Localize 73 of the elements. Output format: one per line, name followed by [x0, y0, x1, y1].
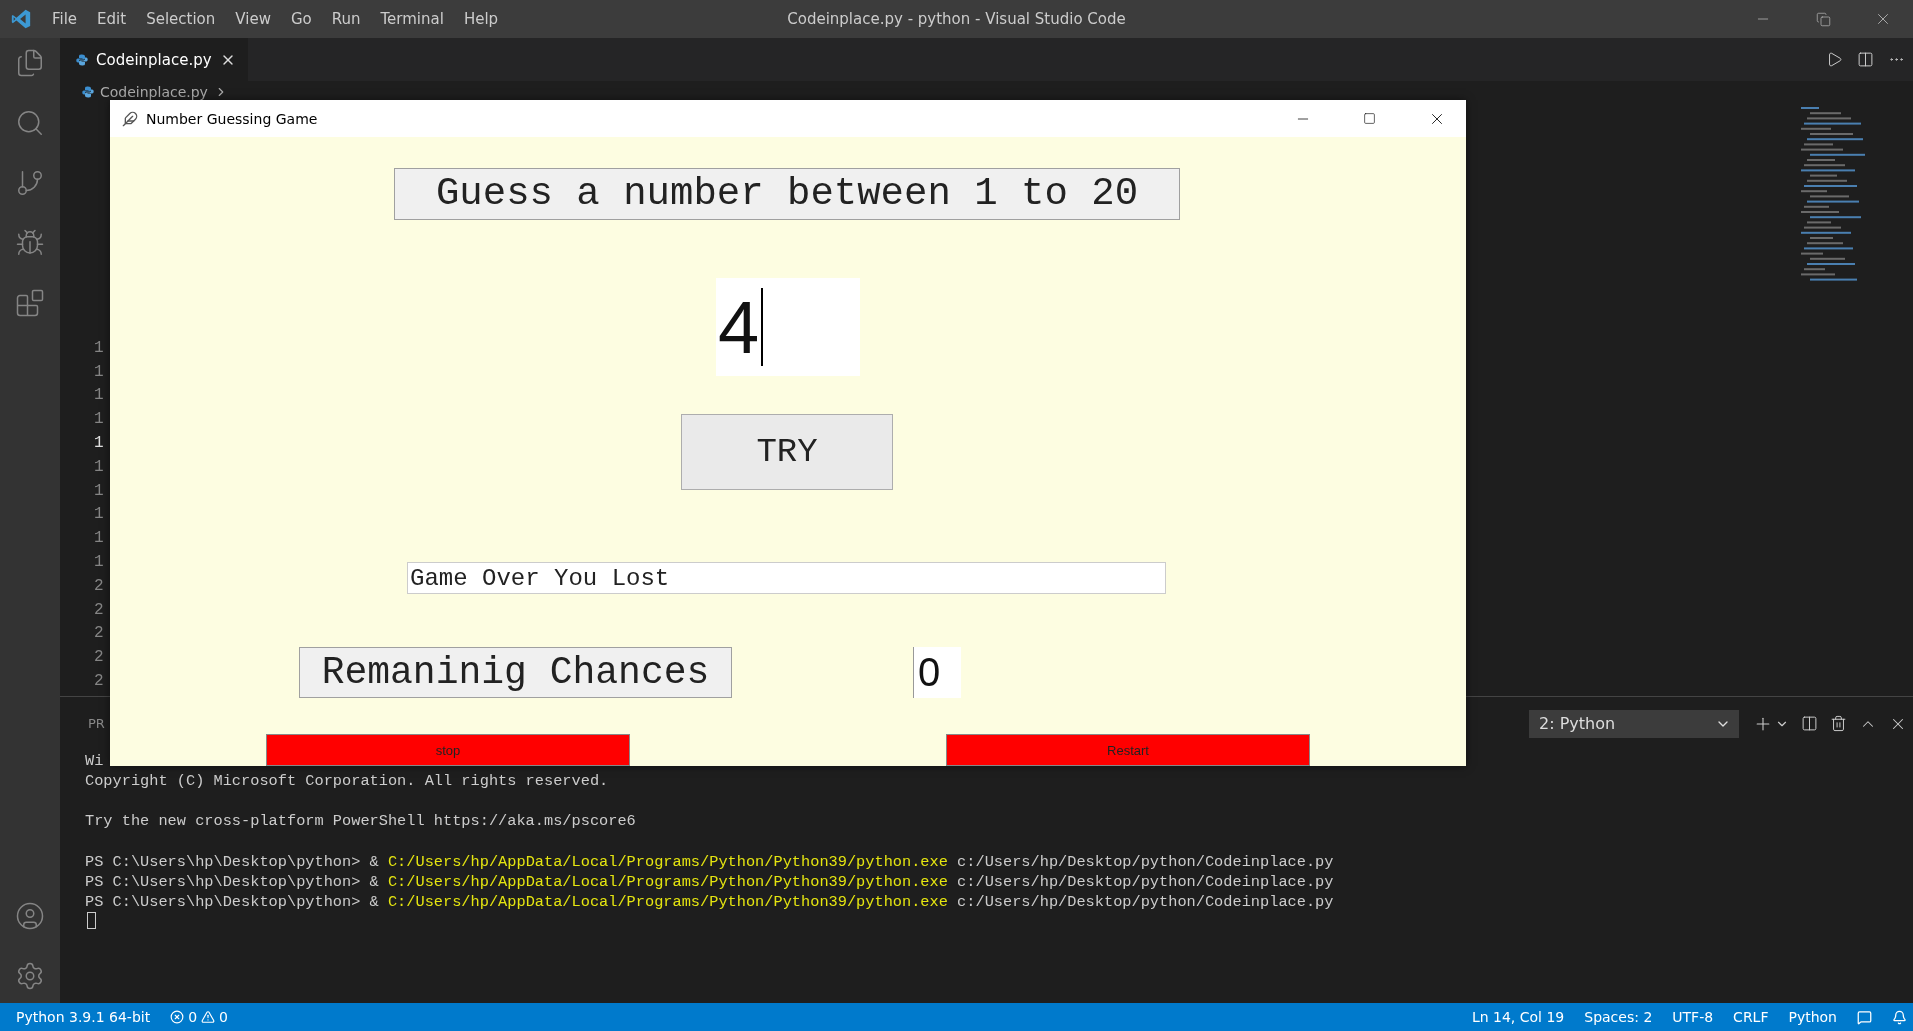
- trash-icon[interactable]: [1830, 715, 1847, 733]
- menu-item[interactable]: File: [42, 10, 88, 28]
- terminal-line: PS C:\Users\hp\Desktop\python> & C:/Users/hp/AppData/Local/Programs/Python/Python39/python.exe c:/Users/hp/Desktop/python/Codeinplace.py: [85, 893, 1334, 912]
- menu-item[interactable]: Go: [280, 10, 322, 28]
- feedback-icon[interactable]: [1857, 1009, 1872, 1025]
- line-number: 2: [94, 576, 105, 597]
- error-count[interactable]: 0: [188, 1009, 198, 1025]
- guess-input[interactable]: 4: [716, 278, 860, 376]
- menu-item[interactable]: View: [225, 10, 281, 28]
- line-number: 1: [94, 362, 105, 383]
- status-item[interactable]: UTF-8: [1672, 1009, 1714, 1025]
- run-icon[interactable]: [1826, 51, 1843, 69]
- terminal-line: Wi: [85, 751, 104, 770]
- line-number: 2: [94, 648, 105, 669]
- interpreter-status[interactable]: Python 3.9.1 64-bit: [16, 1009, 151, 1025]
- try-button[interactable]: TRY: [681, 414, 893, 490]
- terminal-line: PS C:\Users\hp\Desktop\python> & C:/Users/hp/AppData/Local/Programs/Python/Python39/python.exe c:/Users/hp/Desktop/python/Codeinplace.py: [85, 872, 1334, 891]
- blocks-icon[interactable]: [15, 288, 45, 318]
- line-number: 1: [94, 505, 105, 526]
- restart-button[interactable]: Restart: [946, 734, 1310, 766]
- line-number: 1: [94, 481, 105, 502]
- menu-item[interactable]: Selection: [136, 10, 226, 28]
- terminal-line: Try the new cross-platform PowerShell https://aka.ms/pscore6: [85, 812, 636, 831]
- split-editor-icon[interactable]: [1857, 51, 1874, 69]
- maximize-icon[interactable]: [1363, 112, 1376, 125]
- result-field[interactable]: Game Over You Lost: [407, 562, 1166, 594]
- warning-icon[interactable]: [201, 1010, 216, 1024]
- window-title: Codeinplace.py - python - Visual Studio Code: [787, 10, 1126, 28]
- status-item[interactable]: Spaces: 2: [1584, 1009, 1653, 1025]
- files-icon[interactable]: [15, 48, 45, 78]
- line-number: 2: [94, 671, 105, 692]
- warning-count[interactable]: 0: [219, 1009, 229, 1025]
- restore-icon[interactable]: [1815, 11, 1831, 27]
- status-item[interactable]: Ln 14, Col 19: [1471, 1009, 1565, 1025]
- line-number: 2: [94, 624, 105, 645]
- search-icon[interactable]: [15, 108, 45, 138]
- terminal-cursor: [87, 912, 96, 930]
- branch-icon[interactable]: [15, 168, 45, 198]
- menu-item[interactable]: Help: [453, 10, 509, 28]
- account-icon[interactable]: [15, 901, 45, 931]
- breadcrumb-item[interactable]: Codeinplace.py: [100, 84, 208, 100]
- terminal-line: PS C:\Users\hp\Desktop\python> & C:/Users/hp/AppData/Local/Programs/Python/Python39/python.exe c:/Users/hp/Desktop/python/Codeinplace.py: [85, 852, 1334, 871]
- line-number: 1: [94, 552, 105, 573]
- bell-icon[interactable]: [1892, 1009, 1907, 1025]
- menu-item[interactable]: Edit: [87, 10, 137, 28]
- editor-tab[interactable]: Codeinplace.py: [60, 38, 248, 82]
- error-icon[interactable]: [170, 1010, 185, 1024]
- split-icon[interactable]: [1801, 715, 1818, 733]
- line-number: 1: [94, 386, 105, 407]
- vscode-logo-icon: [10, 8, 32, 30]
- settings-icon[interactable]: [15, 961, 45, 991]
- stop-button[interactable]: stop: [266, 734, 630, 766]
- menu-item[interactable]: Run: [321, 10, 371, 28]
- python-file-icon: [82, 86, 94, 98]
- line-number: 1: [94, 338, 105, 359]
- line-number: 1: [94, 433, 105, 454]
- line-number: 1: [94, 410, 105, 431]
- panel-tab[interactable]: PR: [88, 716, 105, 732]
- line-number: 1: [94, 529, 105, 550]
- line-number: 1: [94, 457, 105, 478]
- prompt-label: Guess a number between 1 to 20: [394, 168, 1180, 220]
- terminal-line: Copyright (C) Microsoft Corporation. All rights reserved.: [85, 771, 609, 790]
- python-file-icon: [76, 53, 88, 66]
- chances-label: Remaninig Chances: [299, 647, 732, 698]
- line-number: 2: [94, 600, 105, 621]
- status-item[interactable]: CRLF: [1733, 1009, 1769, 1025]
- feather-icon: [122, 110, 138, 127]
- bug-icon[interactable]: [15, 228, 45, 258]
- status-item[interactable]: Python: [1788, 1009, 1837, 1025]
- chances-value: 0: [913, 647, 961, 698]
- terminal-select[interactable]: 2: Python: [1529, 709, 1739, 738]
- menu-item[interactable]: Terminal: [370, 10, 454, 28]
- window-title: Number Guessing Game: [146, 110, 318, 127]
